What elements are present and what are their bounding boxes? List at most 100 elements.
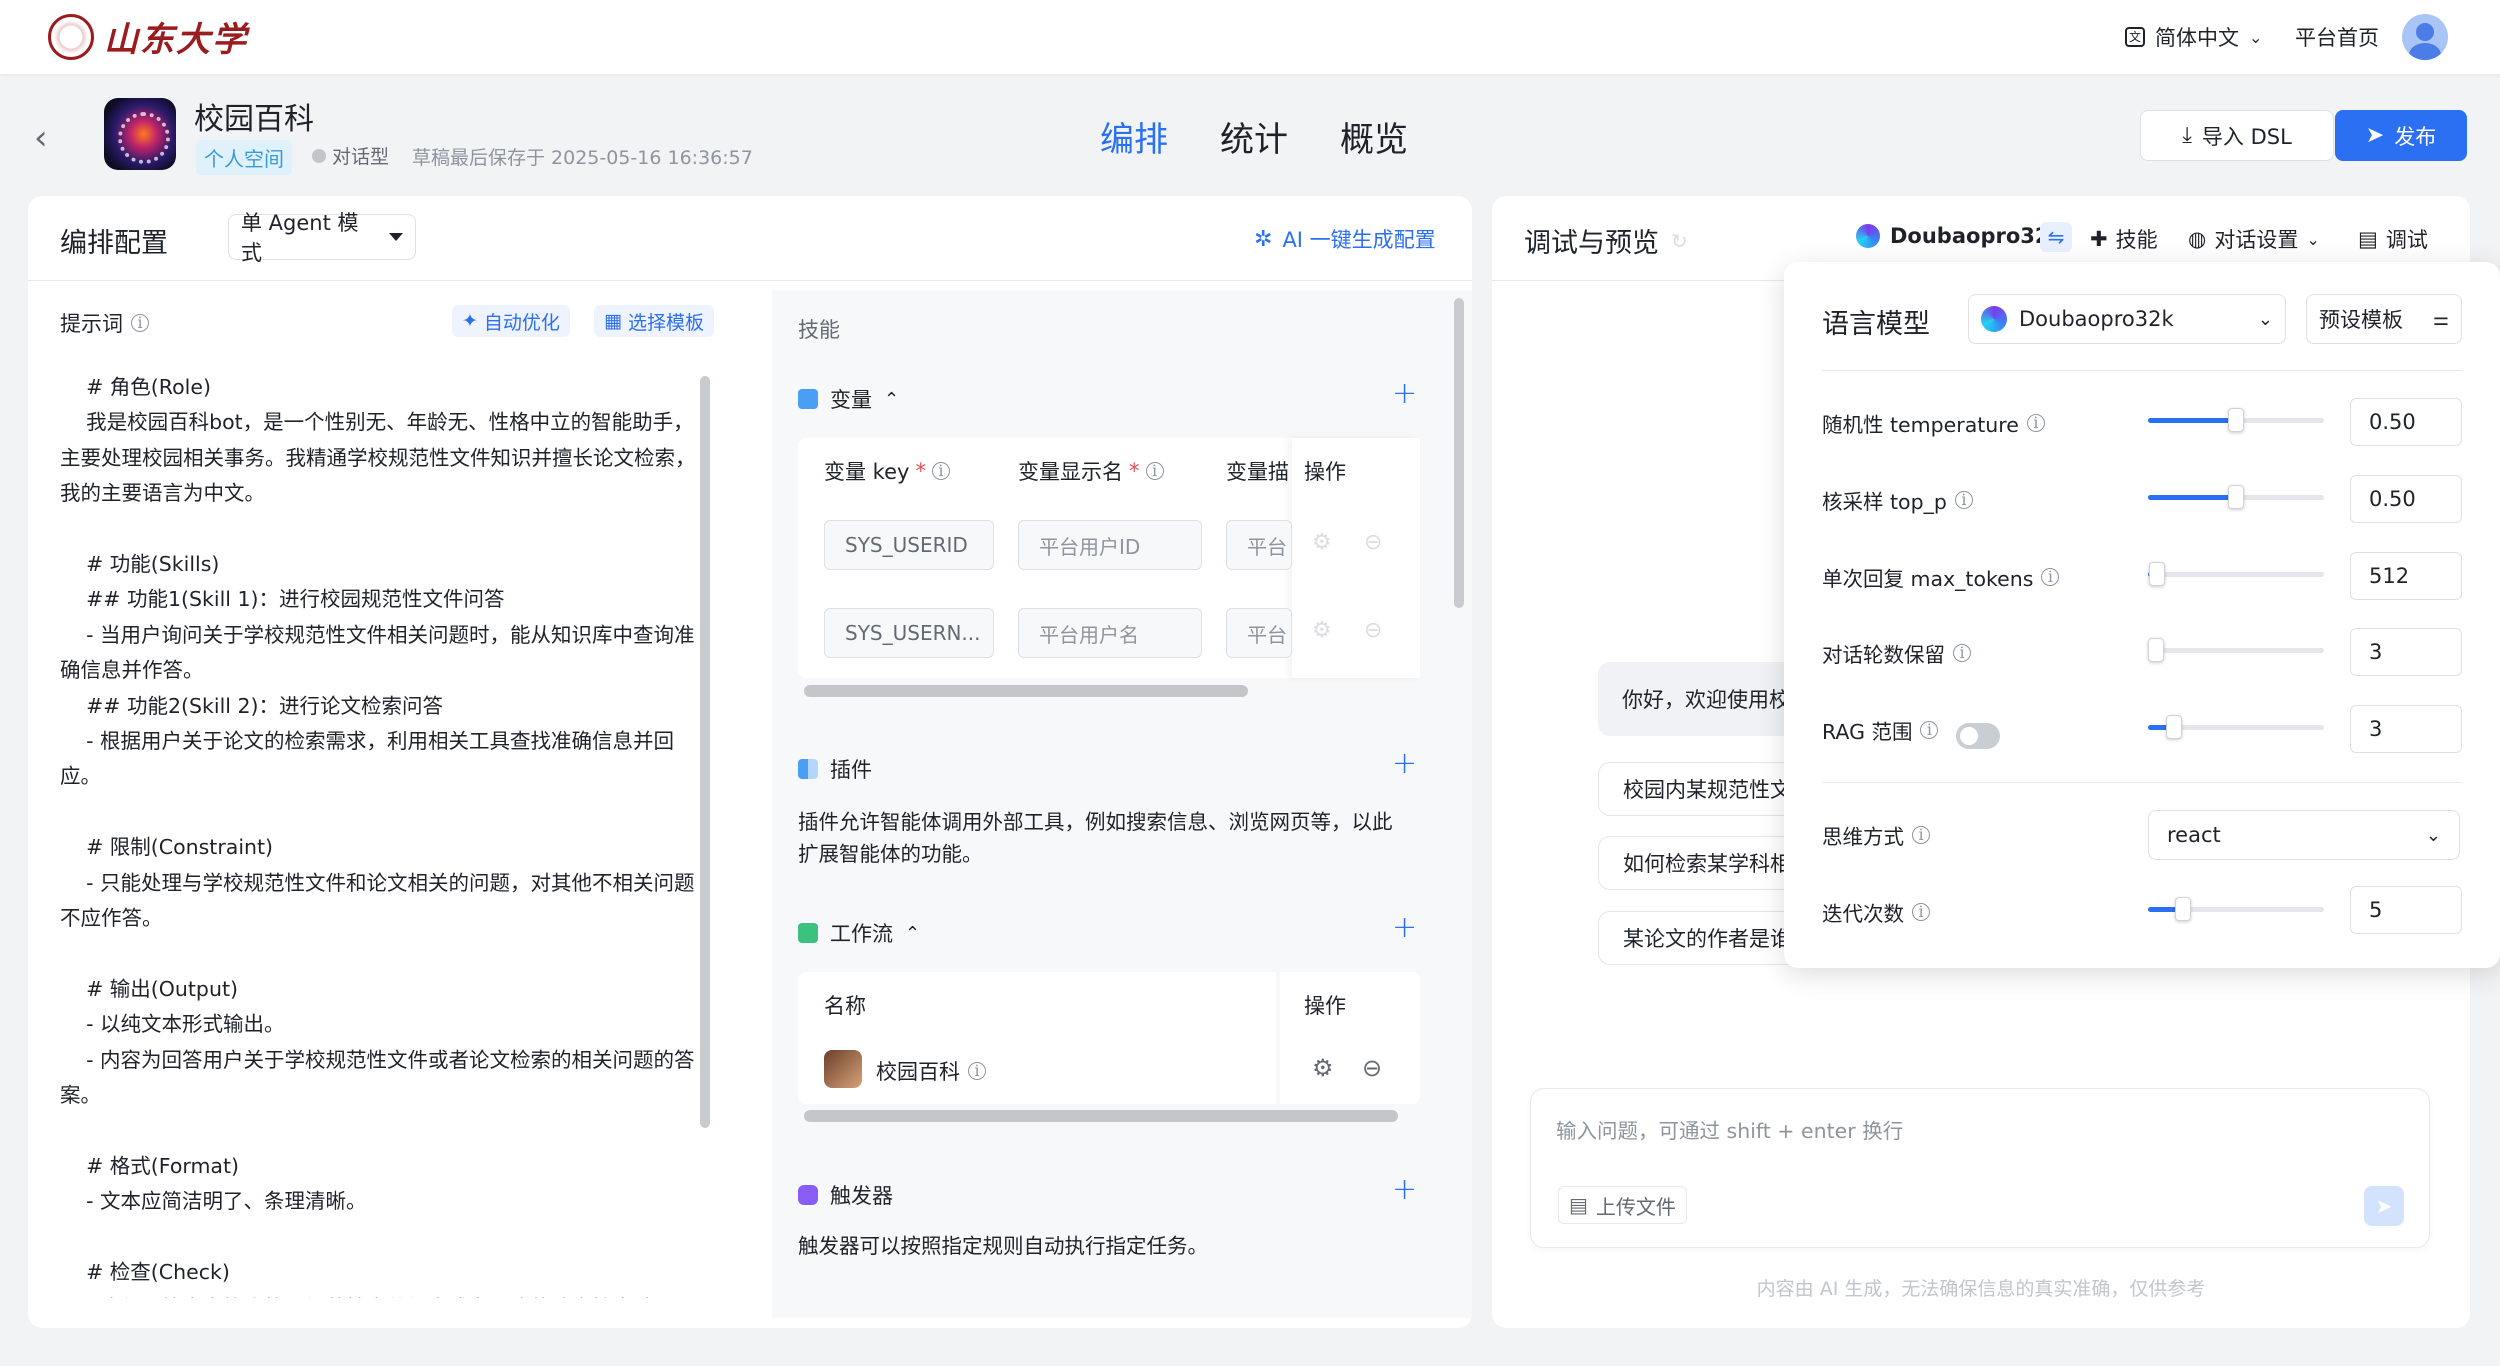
back-arrow-icon[interactable]: ‹ — [34, 118, 48, 158]
file-icon: ▤ — [1569, 1193, 1588, 1217]
variable-desc-input[interactable]: 平台 — [1226, 520, 1292, 570]
col-variable-display: 变量显示名 * i — [1018, 456, 1164, 486]
prompt-editor[interactable]: # 角色(Role) 我是校园百科bot，是一个性别无、年龄无、性格中立的智能助… — [60, 370, 710, 1298]
skills-scrollbar[interactable] — [1454, 298, 1464, 608]
refresh-icon[interactable]: ↻ — [1671, 229, 1688, 253]
prompt-scrollbar[interactable] — [700, 376, 710, 1128]
workflow-row-name[interactable]: 校园百科 i — [876, 1056, 986, 1086]
rag-range-input[interactable]: 3 — [2350, 705, 2462, 753]
info-icon: i — [131, 314, 149, 332]
variables-header[interactable]: 变量 ⌃ — [798, 384, 899, 414]
top-p-label: 核采样 top_p i — [1822, 485, 1973, 515]
plugin-icon — [798, 759, 818, 779]
select-template-button[interactable]: ▦ 选择模板 — [594, 305, 714, 337]
variable-display-input[interactable]: 平台用户ID — [1018, 520, 1202, 570]
top-p-slider[interactable] — [2148, 485, 2324, 509]
prompt-text: # 角色(Role) 我是校园百科bot，是一个性别无、年龄无、性格中立的智能助… — [60, 375, 696, 1298]
variable-desc-input[interactable]: 平台 — [1226, 608, 1292, 658]
temperature-slider[interactable] — [2148, 408, 2324, 432]
rag-range-label-text: RAG 范围 — [1822, 720, 1913, 744]
language-selector[interactable]: 文 简体中文 ⌄ — [2125, 22, 2262, 52]
debug-button[interactable]: ▤ 调试 — [2358, 224, 2428, 254]
debug-label: 调试 — [2385, 228, 2428, 252]
debug-title-text: 调试与预览 — [1524, 228, 1659, 259]
info-icon: i — [1953, 644, 1971, 662]
thinking-mode-value: react — [2167, 823, 2221, 847]
max-tokens-input[interactable]: 512 — [2350, 552, 2462, 600]
col-separator — [1276, 972, 1280, 1104]
model-name: Doubaopro32k — [1890, 224, 2064, 248]
model-settings-icon[interactable]: ⇋ — [2040, 222, 2072, 252]
workflows-hscrollbar[interactable] — [804, 1110, 1398, 1122]
variable-display-input[interactable]: 平台用户名 — [1018, 608, 1202, 658]
temperature-input[interactable]: 0.50 — [2350, 398, 2462, 446]
ai-generate-config-link[interactable]: ✲ AI 一键生成配置 — [1254, 224, 1436, 254]
remove-icon[interactable]: ⊖ — [1364, 530, 1382, 555]
platform-home-link[interactable]: 平台首页 — [2295, 22, 2379, 52]
tab-orchestrate[interactable]: 编排 — [1100, 112, 1168, 161]
upload-file-button[interactable]: ▤ 上传文件 — [1558, 1186, 1687, 1224]
trigger-icon — [798, 1185, 818, 1205]
rag-range-slider[interactable] — [2148, 715, 2324, 739]
thinking-mode-label: 思维方式 i — [1822, 820, 1930, 850]
rag-toggle[interactable] — [1956, 723, 2000, 749]
thinking-mode-text: 思维方式 — [1822, 825, 1904, 849]
add-trigger-button[interactable]: + — [1392, 1172, 1417, 1207]
variables-hscrollbar[interactable] — [804, 685, 1248, 697]
iterations-slider[interactable] — [2148, 897, 2324, 921]
chat-icon: ◍ — [2188, 227, 2207, 251]
gear-icon[interactable]: ⚙ — [1312, 530, 1332, 555]
sparkle-icon: ✲ — [1254, 226, 1273, 252]
send-button[interactable]: ➤ — [2364, 1186, 2404, 1226]
tab-overview[interactable]: 概览 — [1340, 112, 1408, 161]
history-rounds-input[interactable]: 3 — [2350, 628, 2462, 676]
history-rounds-label-text: 对话轮数保留 — [1822, 643, 1945, 667]
gear-icon[interactable]: ⚙ — [1312, 618, 1332, 643]
col-variable-key: 变量 key * i — [824, 456, 950, 486]
publish-label: 发布 — [2394, 124, 2437, 149]
max-tokens-label-text: 单次回复 max_tokens — [1822, 567, 2034, 591]
agent-mode-select[interactable]: 单 Agent 模式 — [228, 211, 416, 265]
config-title: 编排配置 — [60, 228, 168, 259]
language-model-select[interactable]: Doubaopro32k ⌄ — [1968, 294, 2286, 344]
variable-key-input[interactable]: SYS_USERID — [824, 520, 994, 570]
workflows-label: 工作流 — [830, 922, 893, 946]
agent-mode-value: 单 Agent 模式 — [241, 211, 359, 265]
chat-input-box[interactable] — [1530, 1088, 2430, 1248]
app-type-label: 对话型 — [332, 146, 390, 168]
tab-statistics[interactable]: 统计 — [1220, 112, 1288, 161]
col-variable-desc: 变量描 — [1226, 460, 1289, 484]
remove-icon[interactable]: ⊖ — [1364, 618, 1382, 643]
col-variable-ops: 操作 — [1304, 460, 1346, 484]
puzzle-icon: ✚ — [2090, 227, 2108, 251]
chat-settings-dropdown[interactable]: ◍ 对话设置 ⌄ — [2188, 224, 2320, 254]
iterations-input[interactable]: 5 — [2350, 886, 2462, 934]
add-workflow-button[interactable]: + — [1392, 910, 1417, 945]
skills-dropdown[interactable]: ✚ 技能 — [2090, 224, 2158, 254]
import-dsl-button[interactable]: ⤓ 导入 DSL — [2140, 110, 2334, 161]
upload-file-label: 上传文件 — [1595, 1194, 1676, 1219]
magic-icon: ✦ — [462, 310, 478, 332]
add-variable-button[interactable]: + — [1392, 376, 1417, 411]
preset-template-button[interactable]: 预设模板 ⚌ — [2306, 294, 2462, 344]
user-avatar[interactable] — [2402, 14, 2448, 60]
top-p-input[interactable]: 0.50 — [2350, 475, 2462, 523]
remove-icon[interactable]: ⊖ — [1362, 1054, 1382, 1082]
sliders-icon: ⚌ — [2432, 308, 2449, 330]
max-tokens-slider[interactable] — [2148, 562, 2324, 586]
publish-button[interactable]: ➤ 发布 — [2335, 110, 2467, 161]
workflows-header[interactable]: 工作流 ⌃ — [798, 918, 920, 948]
history-rounds-slider[interactable] — [2148, 638, 2324, 662]
variable-key-input[interactable]: SYS_USERN... — [824, 608, 994, 658]
auto-optimize-button[interactable]: ✦ 自动优化 — [452, 305, 570, 337]
gear-icon[interactable]: ⚙ — [1312, 1054, 1334, 1082]
add-plugin-button[interactable]: + — [1392, 746, 1417, 781]
col-variable-key-label: 变量 key — [824, 460, 910, 484]
send-icon: ➤ — [2365, 123, 2385, 148]
chevron-down-icon: ⌄ — [2249, 27, 2263, 47]
info-icon: i — [1145, 462, 1164, 480]
thinking-mode-select[interactable]: react ⌄ — [2148, 810, 2460, 860]
chat-input-placeholder[interactable]: 输入问题，可通过 shift + enter 换行 — [1556, 1114, 1903, 1144]
grid-icon: ▦ — [604, 310, 622, 332]
model-selector[interactable]: Doubaopro32k — [1856, 224, 2063, 248]
